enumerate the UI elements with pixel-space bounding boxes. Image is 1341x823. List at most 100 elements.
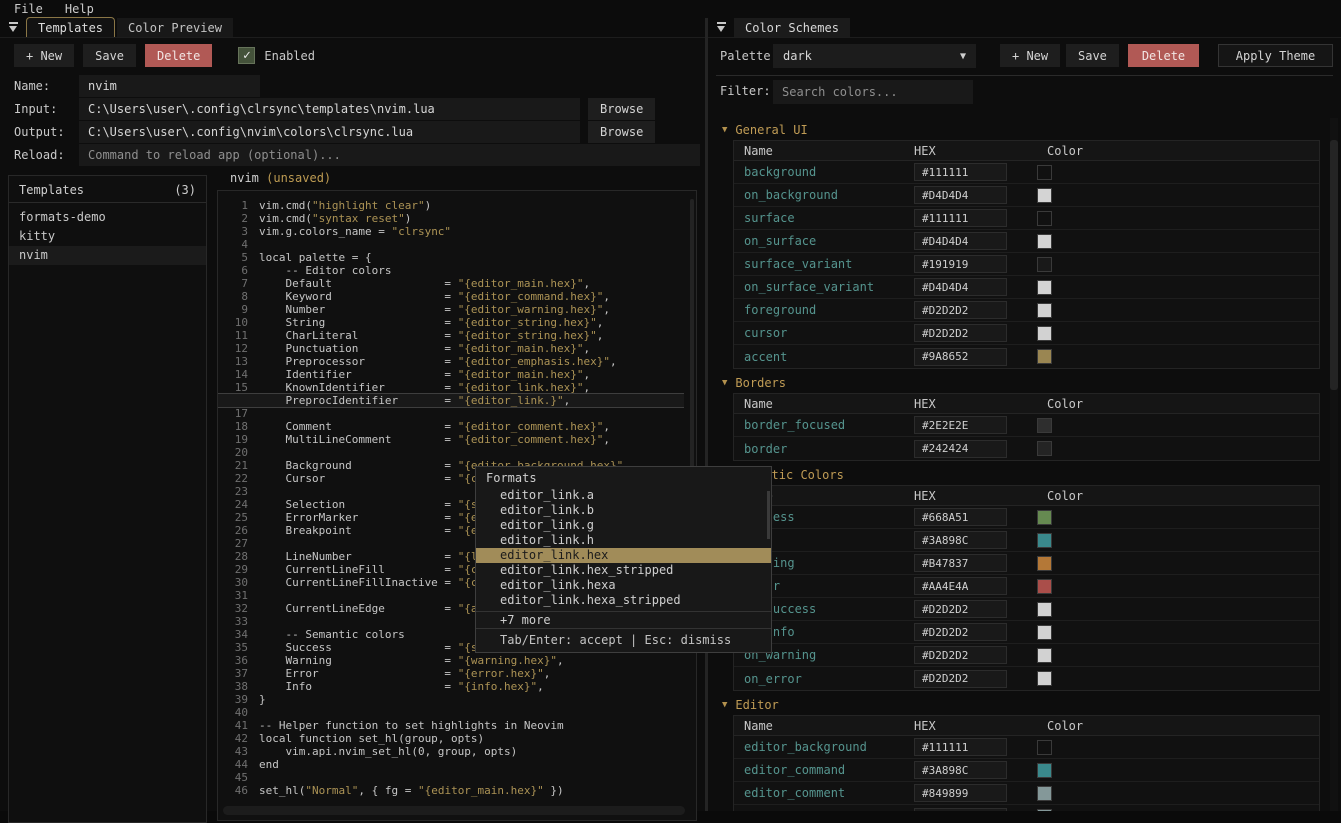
color-hex-input[interactable]: #9A8652 [914, 348, 1007, 366]
color-swatch[interactable] [1037, 625, 1052, 640]
color-hex-input[interactable]: #D2D2D2 [914, 623, 1007, 641]
color-swatch[interactable] [1037, 280, 1052, 295]
section-collapse-icon[interactable]: ▼ [722, 700, 727, 710]
panel-collapse-icon[interactable] [716, 22, 727, 33]
color-name[interactable]: cursor [734, 326, 914, 340]
color-swatch[interactable] [1037, 234, 1052, 249]
popup-more-item[interactable]: +7 more [476, 612, 771, 628]
input-path-input[interactable]: C:\Users\user\.config\clrsync\templates\… [79, 98, 580, 120]
color-name[interactable]: foreground [734, 303, 914, 317]
color-hex-input[interactable]: #D2D2D2 [914, 301, 1007, 319]
color-hex-input[interactable]: #D4D4D4 [914, 232, 1007, 250]
section-header[interactable]: ▼General UI [722, 122, 1341, 138]
popup-item[interactable]: editor_link.hex_stripped [476, 563, 771, 578]
color-filter-input[interactable]: Search colors... [773, 80, 973, 104]
color-hex-input[interactable]: #D4D4D4 [914, 278, 1007, 296]
color-swatch[interactable] [1037, 349, 1052, 364]
color-swatch[interactable] [1037, 257, 1052, 272]
color-hex-input[interactable]: #D2D2D2 [914, 600, 1007, 618]
color-swatch[interactable] [1037, 165, 1052, 180]
popup-item[interactable]: editor_link.hexa [476, 578, 771, 593]
popup-item[interactable]: editor_link.a [476, 488, 771, 503]
color-hex-input[interactable]: #849899 [914, 808, 1007, 812]
color-hex-input[interactable]: #B47837 [914, 554, 1007, 572]
color-name[interactable]: accent [734, 350, 914, 364]
color-swatch[interactable] [1037, 533, 1052, 548]
color-hex-input[interactable]: #D2D2D2 [914, 670, 1007, 688]
tab-templates[interactable]: Templates [26, 17, 115, 37]
palette-dropdown[interactable]: dark ▼ [773, 44, 976, 68]
color-name[interactable]: surface_variant [734, 257, 914, 271]
popup-item[interactable]: editor_link.hex [476, 548, 771, 563]
section-header[interactable]: ▼Editor [722, 697, 1341, 713]
color-hex-input[interactable]: #111111 [914, 738, 1007, 756]
section-header[interactable]: ▼Semantic Colors [722, 467, 1341, 483]
color-name[interactable]: on_surface [734, 234, 914, 248]
new-palette-button[interactable]: + New [1000, 44, 1060, 67]
delete-template-button[interactable]: Delete [145, 44, 212, 67]
color-name[interactable]: editor_background [734, 740, 914, 754]
section-header[interactable]: ▼Borders [722, 375, 1341, 391]
menu-help[interactable]: Help [65, 2, 94, 16]
color-swatch[interactable] [1037, 211, 1052, 226]
enabled-checkbox[interactable]: ✓ [238, 47, 255, 64]
section-collapse-icon[interactable]: ▼ [722, 125, 727, 135]
color-swatch[interactable] [1037, 786, 1052, 801]
color-swatch[interactable] [1037, 648, 1052, 663]
popup-scrollbar[interactable] [767, 491, 770, 539]
color-hex-input[interactable]: #2E2E2E [914, 416, 1007, 434]
popup-item[interactable]: editor_link.h [476, 533, 771, 548]
color-name[interactable]: on_error [734, 672, 914, 686]
color-name[interactable]: on_surface_variant [734, 280, 914, 294]
color-name[interactable]: border [734, 442, 914, 456]
save-template-button[interactable]: Save [83, 44, 136, 67]
color-swatch[interactable] [1037, 671, 1052, 686]
color-swatch[interactable] [1037, 510, 1052, 525]
color-hex-input[interactable]: #111111 [914, 163, 1007, 181]
color-hex-input[interactable]: #3A898C [914, 531, 1007, 549]
color-hex-input[interactable]: #D2D2D2 [914, 646, 1007, 664]
reload-command-input[interactable]: Command to reload app (optional)... [79, 144, 700, 166]
input-browse-button[interactable]: Browse [588, 98, 655, 120]
delete-palette-button[interactable]: Delete [1128, 44, 1199, 67]
color-hex-input[interactable]: #D2D2D2 [914, 324, 1007, 342]
panel-collapse-icon[interactable] [8, 22, 19, 33]
template-list-item[interactable]: kitty [9, 227, 206, 246]
color-hex-input[interactable]: #111111 [914, 209, 1007, 227]
color-swatch[interactable] [1037, 579, 1052, 594]
color-name[interactable]: border_focused [734, 418, 914, 432]
tab-color-preview[interactable]: Color Preview [117, 18, 233, 37]
color-swatch[interactable] [1037, 326, 1052, 341]
color-swatch[interactable] [1037, 602, 1052, 617]
color-swatch[interactable] [1037, 740, 1052, 755]
save-palette-button[interactable]: Save [1066, 44, 1119, 67]
color-name[interactable]: background [734, 165, 914, 179]
color-name[interactable]: editor_comment [734, 786, 914, 800]
tab-color-schemes[interactable]: Color Schemes [734, 18, 850, 37]
color-swatch[interactable] [1037, 188, 1052, 203]
colors-scrollbar-thumb[interactable] [1330, 140, 1338, 390]
popup-item[interactable]: editor_link.hexa_stripped [476, 593, 771, 608]
section-collapse-icon[interactable]: ▼ [722, 378, 727, 388]
popup-item[interactable]: editor_link.b [476, 503, 771, 518]
color-hex-input[interactable]: #AA4E4A [914, 577, 1007, 595]
apply-theme-button[interactable]: Apply Theme [1218, 44, 1333, 67]
new-template-button[interactable]: + New [14, 44, 74, 67]
color-name[interactable]: surface [734, 211, 914, 225]
color-hex-input[interactable]: #849899 [914, 784, 1007, 802]
color-hex-input[interactable]: #242424 [914, 440, 1007, 458]
color-name[interactable]: editor_command [734, 763, 914, 777]
color-swatch[interactable] [1037, 418, 1052, 433]
output-path-input[interactable]: C:\Users\user\.config\nvim\colors\clrsyn… [79, 121, 580, 143]
color-swatch[interactable] [1037, 763, 1052, 778]
template-list-item[interactable]: formats-demo [9, 208, 206, 227]
color-hex-input[interactable]: #668A51 [914, 508, 1007, 526]
menu-file[interactable]: File [14, 2, 43, 16]
color-name[interactable]: on_background [734, 188, 914, 202]
color-hex-input[interactable]: #D4D4D4 [914, 186, 1007, 204]
template-list-item[interactable]: nvim [9, 246, 206, 265]
popup-item[interactable]: editor_link.g [476, 518, 771, 533]
output-browse-button[interactable]: Browse [588, 121, 655, 143]
color-hex-input[interactable]: #191919 [914, 255, 1007, 273]
name-input[interactable]: nvim [79, 75, 260, 97]
